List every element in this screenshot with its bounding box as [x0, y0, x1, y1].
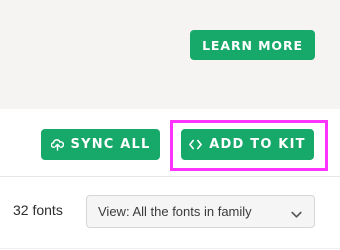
- sync-all-label: SYNC ALL: [70, 137, 151, 152]
- code-brackets-icon: [189, 139, 203, 150]
- learn-more-button[interactable]: LEARN MORE: [190, 30, 315, 60]
- list-divider: [0, 248, 340, 249]
- section-divider: [0, 176, 340, 177]
- font-count: 32 fonts: [13, 202, 63, 218]
- sync-all-button[interactable]: SYNC ALL: [41, 129, 160, 160]
- chevron-down-icon: [291, 207, 302, 222]
- view-select-value: View: All the fonts in family: [98, 204, 252, 219]
- learn-more-label: LEARN MORE: [202, 37, 303, 53]
- cloud-sync-icon: [50, 138, 64, 151]
- add-to-kit-label: ADD TO KIT: [209, 137, 306, 152]
- promo-banner: LEARN MORE: [0, 0, 340, 109]
- view-select[interactable]: View: All the fonts in family: [86, 195, 315, 228]
- add-to-kit-button[interactable]: ADD TO KIT: [181, 129, 314, 160]
